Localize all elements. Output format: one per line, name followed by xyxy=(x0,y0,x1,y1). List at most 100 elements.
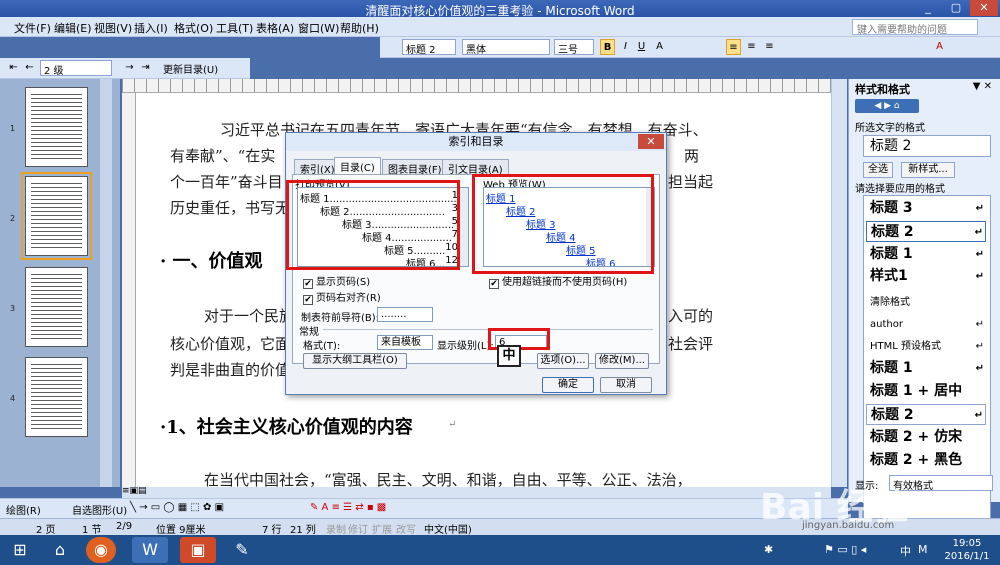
update-toc-button[interactable]: 更新目录(U) xyxy=(160,60,230,76)
status-rec[interactable]: 录制 xyxy=(326,521,346,536)
page-number: 4 xyxy=(10,394,16,403)
selected-format-value[interactable]: 标题 2 xyxy=(863,135,991,157)
cancel-button[interactable]: 取消 xyxy=(600,377,652,393)
char-border-button[interactable]: A xyxy=(652,39,667,55)
menu-help[interactable]: 帮助(H) xyxy=(340,20,379,36)
style-item[interactable]: 标题 1 + 居中 xyxy=(866,381,986,402)
size-select[interactable]: 三号 xyxy=(554,39,594,56)
tab-leader-select[interactable]: ........ xyxy=(377,307,433,322)
promote-icon[interactable]: ⇤ xyxy=(6,60,21,76)
clock[interactable]: 19:05 2016/1/1 xyxy=(935,537,999,563)
powerpoint-icon[interactable]: ▣ xyxy=(180,537,216,563)
page-thumbnail-selected[interactable] xyxy=(21,172,92,260)
show-outline-toolbar-button[interactable]: 显示大纲工具栏(O) xyxy=(303,353,407,369)
show-page-numbers-checkbox[interactable]: ✔ 显示页码(S) xyxy=(303,273,370,289)
help-search-input[interactable]: 键入需要帮助的问题 xyxy=(852,19,978,36)
maximize-button[interactable]: ▢ xyxy=(942,0,970,16)
document-scrollbar[interactable] xyxy=(831,79,847,487)
vertical-ruler[interactable] xyxy=(122,93,136,487)
status-ovr[interactable]: 改写 xyxy=(396,521,416,536)
align-center-icon[interactable]: ≡ xyxy=(744,39,759,55)
menu-format[interactable]: 格式(O) xyxy=(174,20,213,36)
style-select[interactable]: 标题 2 xyxy=(402,39,456,56)
modify-button[interactable]: 修改(M)... xyxy=(595,353,649,369)
view-mode-icon[interactable]: ≡▣▤ xyxy=(122,486,147,496)
doc-line: 判是非曲直的价值 xyxy=(170,361,291,379)
select-all-button[interactable]: 全选 xyxy=(863,162,893,178)
italic-button[interactable]: I xyxy=(618,39,633,55)
tab-figures[interactable]: 图表目录(F) xyxy=(382,159,448,176)
menu-file[interactable]: 文件(F) xyxy=(14,20,51,36)
page-thumbnail[interactable] xyxy=(25,267,88,347)
task-pane-nav-icon[interactable]: ◀ ▶ ⌂ xyxy=(855,99,919,113)
outline-toolbar: ⇤ ← 2 级 → ⇥ 更新目录(U) xyxy=(0,58,250,79)
style-item[interactable]: HTML 预设格式 ↵ xyxy=(866,336,986,357)
autoshapes-menu[interactable]: 自选图形(U) xyxy=(72,502,127,517)
menu-edit[interactable]: 编辑(E) xyxy=(54,20,92,36)
options-button[interactable]: 选项(O)... xyxy=(537,353,589,369)
menu-table[interactable]: 表格(A) xyxy=(256,20,294,36)
line-color-icon[interactable]: ✎ A ≡ ☰ ⇄ ▪ ▩ xyxy=(310,502,386,513)
tray-app-icon[interactable]: ✱ xyxy=(764,543,773,556)
style-item[interactable]: 标题 2 ↵ xyxy=(866,404,986,425)
ok-button[interactable]: 确定 xyxy=(542,377,594,393)
format-toolbar: 标题 2 黑体 三号 B I U A ≡ ≡ ≡ A xyxy=(380,37,1000,58)
style-item-selected[interactable]: 标题 2 ↵ xyxy=(866,221,986,242)
bold-button[interactable]: B xyxy=(600,39,615,55)
style-item[interactable]: 标题 3 ↵ xyxy=(866,198,986,219)
font-color-icon[interactable]: A xyxy=(932,39,947,55)
shape-tools-icon[interactable]: ╲ → ▭ ◯ ▦ ⬚ ✿ ▣ xyxy=(130,502,224,513)
demote-icon[interactable]: → xyxy=(122,60,137,76)
paint-icon[interactable]: ✎ xyxy=(224,537,260,563)
style-item[interactable]: 清除格式 xyxy=(866,292,986,313)
font-select[interactable]: 黑体 xyxy=(462,39,550,56)
tab-toc[interactable]: 目录(C) xyxy=(334,157,381,175)
doc-line-fragment: 两 xyxy=(684,147,700,165)
status-trk[interactable]: 修订 xyxy=(348,521,368,536)
menu-insert[interactable]: 插入(I) xyxy=(134,20,168,36)
task-pane-menu-icon[interactable]: ▼ ✕ xyxy=(973,81,992,92)
style-item[interactable]: author ↵ xyxy=(866,314,986,335)
apply-format-label: 请选择要应用的格式 xyxy=(855,184,945,195)
page-thumbnail[interactable] xyxy=(25,357,88,437)
doc-line: 个一百年”奋斗目 xyxy=(170,173,283,191)
menu-view[interactable]: 视图(V) xyxy=(94,20,132,36)
horizontal-ruler[interactable] xyxy=(122,79,847,93)
outline-level-select[interactable]: 2 级 xyxy=(40,60,112,77)
style-item[interactable]: 样式1 ↵ xyxy=(866,266,986,287)
close-button[interactable]: ✕ xyxy=(970,0,998,16)
menu-tools[interactable]: 工具(T) xyxy=(216,20,253,36)
tab-authorities[interactable]: 引文目录(A) xyxy=(442,159,509,176)
style-item[interactable]: 标题 2 + 黑色 xyxy=(866,450,986,471)
page-thumbnail[interactable] xyxy=(25,87,88,167)
promote-one-icon[interactable]: ← xyxy=(22,60,37,76)
use-hyperlinks-checkbox[interactable]: ✔ 使用超链接而不使用页码(H) xyxy=(489,273,627,289)
minimize-button[interactable]: _ xyxy=(914,0,942,16)
general-label: 常规 xyxy=(299,327,319,338)
style-item[interactable]: 标题 1 ↵ xyxy=(866,244,986,265)
dialog-close-button[interactable]: ✕ xyxy=(638,134,664,149)
draw-menu[interactable]: 绘图(R) xyxy=(6,502,41,517)
paragraph-mark: ↵ xyxy=(448,419,457,430)
underline-button[interactable]: U xyxy=(634,39,649,55)
word-icon[interactable]: W xyxy=(132,537,168,563)
align-left-icon[interactable]: ≡ xyxy=(726,39,741,55)
style-item[interactable]: 标题 2 + 仿宋 xyxy=(866,427,986,448)
tray-flag-icon[interactable]: ⚑ ▭ ▯ ◂ xyxy=(824,543,866,556)
ime-mode-indicator[interactable]: M xyxy=(918,543,928,556)
start-icon[interactable]: ⊞ xyxy=(2,537,38,563)
style-item[interactable]: 标题 1 ↵ xyxy=(866,358,986,379)
print-preview-scrollbar[interactable] xyxy=(460,188,468,266)
right-align-checkbox[interactable]: ✔ 页码右对齐(R) xyxy=(303,289,381,305)
thumbnail-scrollbar[interactable] xyxy=(100,79,112,487)
align-right-icon[interactable]: ≡ xyxy=(762,39,777,55)
home-icon[interactable]: ⌂ xyxy=(42,537,78,563)
browser-icon[interactable]: ◉ xyxy=(86,537,116,563)
tab-leader-label: 制表符前导符(B): xyxy=(301,313,380,324)
demote-body-icon[interactable]: ⇥ xyxy=(138,60,153,76)
formats-select[interactable]: 来自模板 xyxy=(377,335,433,350)
menu-window[interactable]: 窗口(W) xyxy=(298,20,339,36)
new-style-button[interactable]: 新样式... xyxy=(901,162,955,178)
status-ext[interactable]: 扩展 xyxy=(372,521,392,536)
ime-indicator[interactable]: 中 xyxy=(900,543,911,559)
